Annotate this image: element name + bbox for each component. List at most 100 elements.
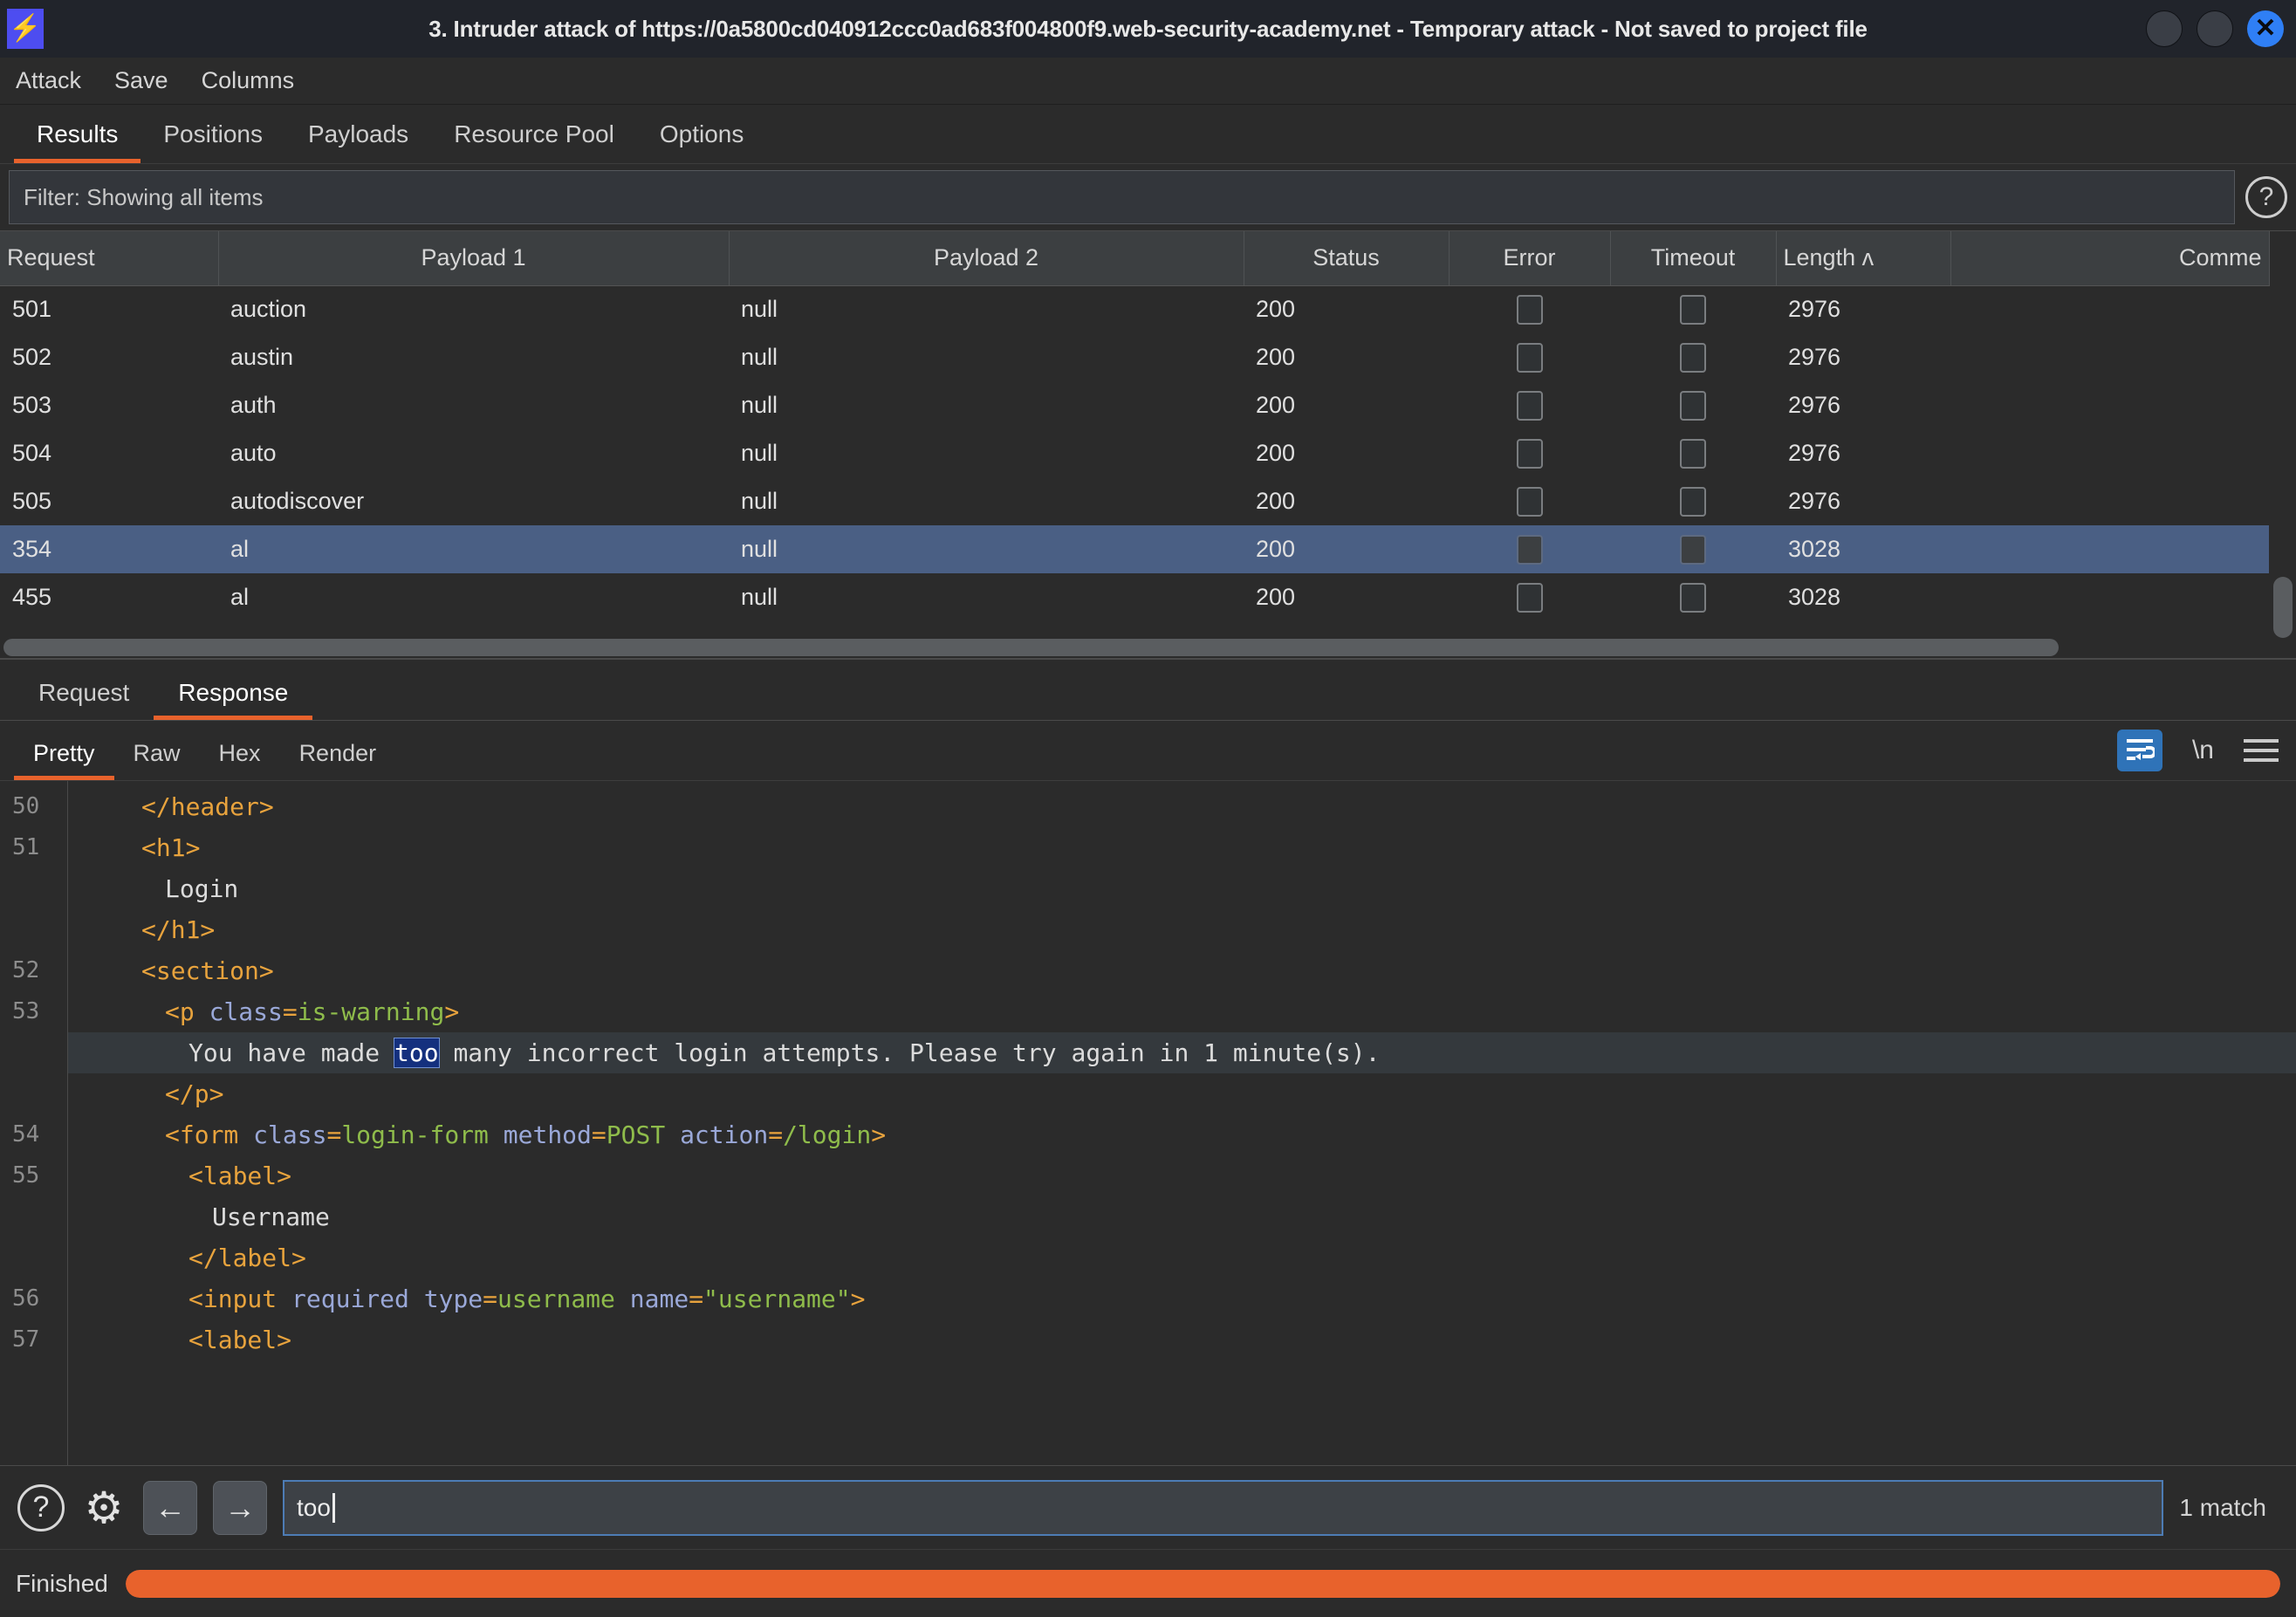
table-row[interactable]: 504 auto null 200 2976 (0, 429, 2269, 477)
editor-code[interactable]: </header> <h1> Login </h1> <section> <p class… (68, 781, 2296, 1465)
cell-timeout-checkbox[interactable] (1610, 429, 1776, 477)
main-tab-bar: Results Positions Payloads Resource Pool… (0, 105, 2296, 164)
checkbox-icon[interactable] (1516, 534, 1543, 565)
table-row[interactable]: 354 al null 200 3028 (0, 525, 2269, 573)
search-next-button[interactable]: → (213, 1480, 267, 1535)
column-header-request[interactable]: Request (0, 231, 219, 286)
cell-error-checkbox[interactable] (1449, 381, 1610, 429)
cell-error-checkbox[interactable] (1449, 477, 1610, 525)
checkbox-icon[interactable] (1516, 486, 1543, 517)
tab-pretty[interactable]: Pretty (14, 740, 114, 780)
checkbox-icon[interactable] (1680, 438, 1706, 469)
intruder-attack-window: ⚡ 3. Intruder attack of https://0a5800cd… (0, 0, 2296, 1617)
line-number: 53 (12, 998, 40, 1024)
cell-error-checkbox[interactable] (1449, 525, 1610, 573)
cell-payload-2: null (741, 344, 778, 370)
checkbox-icon[interactable] (1680, 342, 1706, 373)
menu-item-attack[interactable]: Attack (16, 67, 81, 94)
tab-results[interactable]: Results (14, 120, 141, 163)
response-editor[interactable]: 50 51 52 53 54 55 56 57 </header> <h1> Login </h1>… (0, 780, 2296, 1465)
gear-icon[interactable]: ⚙ (80, 1484, 127, 1531)
cell-length: 2976 (1788, 392, 1841, 418)
checkbox-icon[interactable] (1516, 438, 1543, 469)
status-bar: Finished (0, 1549, 2296, 1617)
search-prev-button[interactable]: ← (143, 1480, 197, 1535)
table-row[interactable]: 503 auth null 200 2976 (0, 381, 2269, 429)
code-token: class (209, 997, 283, 1026)
cell-payload-1: autodiscover (230, 488, 365, 514)
table-horizontal-scrollbar[interactable] (3, 639, 2059, 656)
column-header-error[interactable]: Error (1449, 231, 1611, 286)
cell-error-checkbox[interactable] (1449, 429, 1610, 477)
maximize-button[interactable] (2197, 10, 2233, 47)
filter-help-icon[interactable]: ? (2245, 176, 2287, 218)
table-row[interactable]: 502 austin null 200 2976 (0, 333, 2269, 381)
checkbox-icon[interactable] (1680, 486, 1706, 517)
table-row[interactable]: 501 auction null 200 2976 (0, 285, 2269, 333)
table-vertical-scrollbar[interactable] (2273, 577, 2293, 638)
column-header-status[interactable]: Status (1244, 231, 1450, 286)
cell-timeout-checkbox[interactable] (1610, 573, 1776, 621)
code-token: method (503, 1120, 592, 1149)
menu-bar: Attack Save Columns (0, 58, 2296, 105)
line-number (0, 909, 67, 950)
search-help-icon[interactable]: ? (17, 1483, 65, 1531)
cell-error-checkbox[interactable] (1449, 285, 1610, 333)
tab-options[interactable]: Options (637, 120, 767, 163)
view-tab-bar: Pretty Raw Hex Render \n (0, 721, 2296, 780)
code-line: </header> (68, 786, 2296, 827)
menu-item-columns[interactable]: Columns (202, 67, 295, 94)
editor-tool-buttons: \n (2116, 730, 2279, 771)
checkbox-icon[interactable] (1680, 534, 1706, 565)
code-token: <input (188, 1285, 292, 1313)
cell-timeout-checkbox[interactable] (1610, 333, 1776, 381)
cell-request: 501 (12, 296, 52, 323)
newline-icon[interactable]: \n (2192, 736, 2214, 765)
line-number: 54 (12, 1121, 40, 1148)
table-row[interactable]: 455 al null 200 3028 (0, 573, 2269, 621)
checkbox-icon[interactable] (1516, 582, 1543, 613)
cell-timeout-checkbox[interactable] (1610, 381, 1776, 429)
column-header-payload-1[interactable]: Payload 1 (218, 231, 730, 286)
column-header-payload-2[interactable]: Payload 2 (729, 231, 1244, 286)
code-token: /login (783, 1120, 872, 1149)
tab-resource-pool[interactable]: Resource Pool (431, 120, 637, 163)
tab-raw[interactable]: Raw (114, 740, 200, 780)
menu-item-save[interactable]: Save (114, 67, 168, 94)
progress-bar (125, 1569, 2280, 1598)
checkbox-icon[interactable] (1680, 294, 1706, 325)
checkbox-icon[interactable] (1516, 294, 1543, 325)
checkbox-icon[interactable] (1516, 390, 1543, 421)
cell-timeout-checkbox[interactable] (1610, 285, 1776, 333)
filter-input[interactable]: Filter: Showing all items (9, 170, 2235, 224)
tab-hex[interactable]: Hex (200, 740, 280, 780)
tab-response[interactable]: Response (154, 679, 313, 720)
checkbox-icon[interactable] (1680, 582, 1706, 613)
word-wrap-icon[interactable] (2116, 730, 2162, 771)
tab-positions[interactable]: Positions (141, 120, 285, 163)
tab-render[interactable]: Render (280, 740, 396, 780)
column-header-timeout[interactable]: Timeout (1610, 231, 1777, 286)
code-line: You have made too many incorrect login a… (68, 1032, 2296, 1073)
cell-error-checkbox[interactable] (1449, 573, 1610, 621)
code-line: <form class=login-form method=POST actio… (68, 1114, 2296, 1155)
search-input[interactable]: too (283, 1479, 2164, 1536)
cell-request: 455 (12, 584, 52, 610)
tab-payloads[interactable]: Payloads (285, 120, 431, 163)
hamburger-menu-icon[interactable] (2244, 739, 2279, 762)
column-header-comment[interactable]: Comme (1950, 231, 2270, 286)
minimize-button[interactable] (2146, 10, 2183, 47)
table-row[interactable]: 505 autodiscover null 200 2976 (0, 477, 2269, 525)
tab-request[interactable]: Request (14, 679, 154, 720)
cell-timeout-checkbox[interactable] (1610, 525, 1776, 573)
checkbox-icon[interactable] (1680, 390, 1706, 421)
column-header-length[interactable]: Length ʌ (1776, 231, 1951, 286)
cell-error-checkbox[interactable] (1449, 333, 1610, 381)
checkbox-icon[interactable] (1516, 342, 1543, 373)
cell-payload-1: auth (230, 392, 277, 418)
cell-timeout-checkbox[interactable] (1610, 477, 1776, 525)
code-token: = (282, 997, 298, 1026)
cell-payload-2: null (741, 488, 778, 514)
close-button[interactable]: ✕ (2247, 10, 2284, 47)
